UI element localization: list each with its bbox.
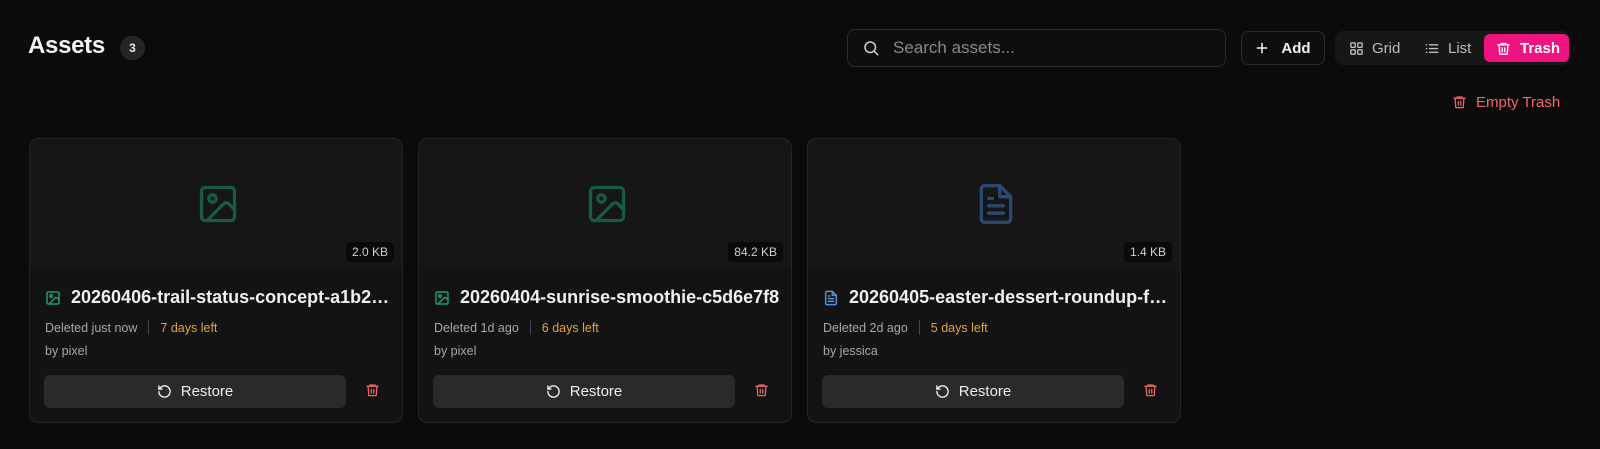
restore-button[interactable]: Restore <box>822 375 1124 408</box>
delete-permanently-button[interactable] <box>1143 382 1161 400</box>
image-icon <box>434 290 450 306</box>
trash-icon <box>754 382 769 400</box>
restore-label: Restore <box>569 383 623 400</box>
restore-icon <box>935 384 950 399</box>
asset-preview: 84.2 KB <box>419 139 791 270</box>
image-icon <box>196 182 240 226</box>
asset-owner: by jessica <box>823 344 878 358</box>
delete-permanently-button[interactable] <box>754 382 772 400</box>
plus-icon <box>1255 41 1269 55</box>
asset-meta: Deleted 1d ago 6 days left <box>434 320 599 335</box>
trash-icon <box>1452 94 1467 110</box>
add-button-label: Add <box>1281 39 1311 57</box>
asset-name: 20260404-sunrise-smoothie-c5d6e7f8 <box>460 287 780 307</box>
restore-label: Restore <box>180 383 234 400</box>
asset-name-row: 20260404-sunrise-smoothie-c5d6e7f8 <box>434 287 780 308</box>
asset-count-badge: 3 <box>120 36 145 60</box>
file-size-badge: 84.2 KB <box>728 242 783 262</box>
page-title: Assets <box>28 32 105 59</box>
asset-name: 20260406-trail-status-concept-a1b2c3d4 <box>71 287 391 307</box>
asset-preview: 2.0 KB <box>30 139 402 270</box>
search-icon <box>862 39 880 57</box>
list-icon <box>1424 41 1440 56</box>
image-icon <box>45 290 61 306</box>
asset-meta: Deleted 2d ago 5 days left <box>823 320 988 335</box>
grid-view-button[interactable]: Grid <box>1349 31 1400 65</box>
restore-button[interactable]: Restore <box>44 375 346 408</box>
asset-name-row: 20260406-trail-status-concept-a1b2c3d4 <box>45 287 391 308</box>
days-left: 7 days left <box>160 320 218 335</box>
days-left: 5 days left <box>930 320 988 335</box>
meta-divider <box>529 320 531 335</box>
trash-view-button[interactable]: Trash <box>1484 34 1569 62</box>
asset-card[interactable]: 84.2 KB 20260404-sunrise-smoothie-c5d6e7… <box>418 138 792 423</box>
asset-name: 20260405-easter-dessert-roundup-f9a0b1c2 <box>849 287 1169 307</box>
file-size-badge: 1.4 KB <box>1123 242 1172 262</box>
restore-icon <box>546 384 561 399</box>
trash-view-label: Trash <box>1520 39 1561 57</box>
search-box[interactable] <box>847 29 1226 67</box>
empty-trash-label: Empty Trash <box>1476 93 1561 111</box>
meta-divider <box>148 320 150 335</box>
asset-card[interactable]: 1.4 KB 20260405-easter-dessert-roundup-f… <box>807 138 1181 423</box>
days-left: 6 days left <box>541 320 599 335</box>
list-view-button[interactable]: List <box>1424 31 1471 65</box>
document-icon <box>823 290 839 306</box>
meta-divider <box>918 320 920 335</box>
trash-icon <box>1496 41 1511 56</box>
trash-icon <box>1143 382 1158 400</box>
document-icon <box>974 182 1018 226</box>
image-icon <box>585 182 629 226</box>
empty-trash-button[interactable]: Empty Trash <box>1452 92 1560 112</box>
search-input[interactable] <box>893 38 1225 58</box>
deleted-time: Deleted 2d ago <box>823 320 908 335</box>
asset-owner: by pixel <box>434 344 477 358</box>
list-view-label: List <box>1448 39 1472 57</box>
page-header: Assets 3 Add Grid List Tr <box>0 0 1600 94</box>
grid-icon <box>1349 41 1364 56</box>
add-button[interactable]: Add <box>1241 31 1325 65</box>
file-size-badge: 2.0 KB <box>345 242 394 262</box>
deleted-time: Deleted just now <box>45 320 138 335</box>
restore-icon <box>157 384 172 399</box>
asset-card[interactable]: 2.0 KB 20260406-trail-status-concept-a1b… <box>29 138 403 423</box>
grid-view-label: Grid <box>1372 39 1401 57</box>
restore-button[interactable]: Restore <box>433 375 735 408</box>
delete-permanently-button[interactable] <box>365 382 383 400</box>
trash-icon <box>365 382 380 400</box>
restore-label: Restore <box>958 383 1012 400</box>
asset-meta: Deleted just now 7 days left <box>45 320 217 335</box>
asset-name-row: 20260405-easter-dessert-roundup-f9a0b1c2 <box>823 287 1169 308</box>
asset-owner: by pixel <box>45 344 88 358</box>
deleted-time: Deleted 1d ago <box>434 320 519 335</box>
view-switcher: Grid List Trash <box>1335 31 1570 65</box>
asset-preview: 1.4 KB <box>808 139 1180 270</box>
